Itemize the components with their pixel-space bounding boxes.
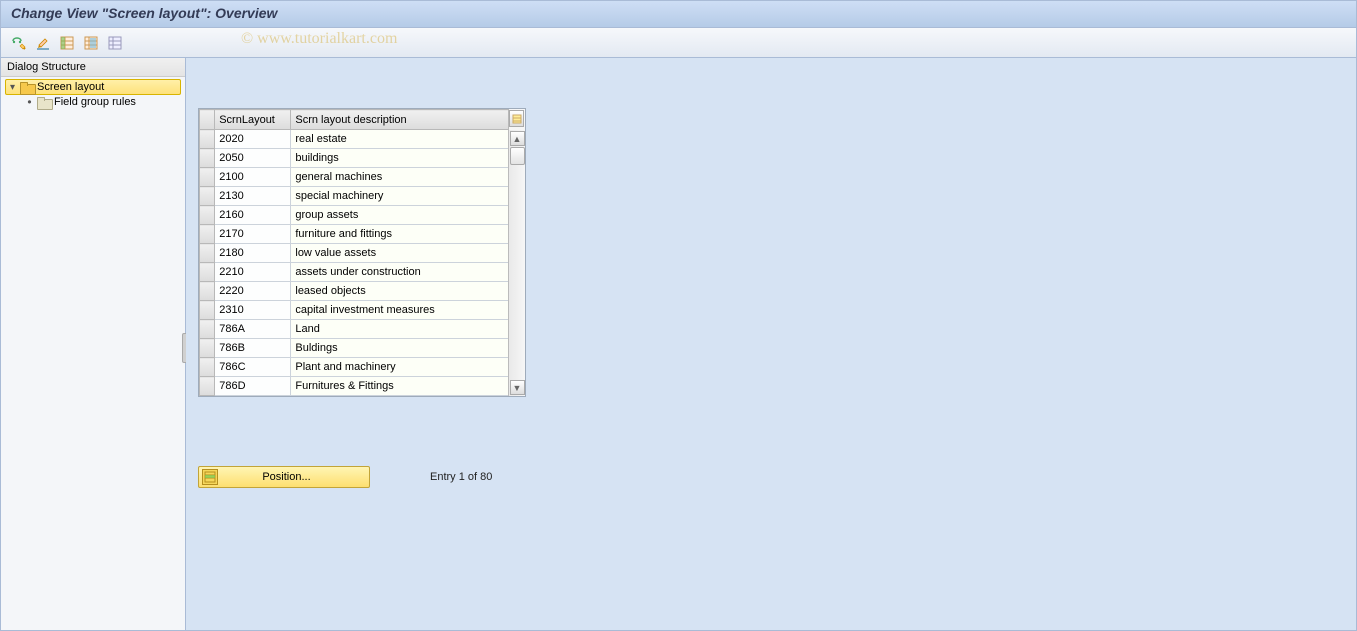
cell-scrnlayout[interactable]: 2050 (215, 149, 291, 168)
content-area: ScrnLayout Scrn layout description 2020r… (186, 58, 1356, 630)
row-selector[interactable] (200, 244, 215, 263)
tree-item-screen-layout[interactable]: ▾ Screen layout (5, 79, 181, 95)
row-selector[interactable] (200, 225, 215, 244)
cell-scrnlayout[interactable]: 2130 (215, 187, 291, 206)
cell-scrnlayout[interactable]: 2180 (215, 244, 291, 263)
table-row[interactable]: 2310capital investment measures (200, 301, 509, 320)
main-area: Dialog Structure ▾ Screen layout • Field… (0, 58, 1357, 631)
position-button-label: Position... (222, 471, 369, 483)
cell-scrnlayout[interactable]: 2100 (215, 168, 291, 187)
position-icon (202, 469, 218, 485)
table-row[interactable]: 2050buildings (200, 149, 509, 168)
row-selector-header[interactable] (200, 110, 215, 130)
row-selector[interactable] (200, 301, 215, 320)
position-button[interactable]: Position... (198, 466, 370, 488)
table-row[interactable]: 2210assets under construction (200, 263, 509, 282)
table-row[interactable]: 2100general machines (200, 168, 509, 187)
row-selector[interactable] (200, 320, 215, 339)
cell-description[interactable]: assets under construction (291, 263, 509, 282)
row-selector[interactable] (200, 206, 215, 225)
cell-description[interactable]: Plant and machinery (291, 358, 509, 377)
table-row[interactable]: 786ALand (200, 320, 509, 339)
row-selector[interactable] (200, 149, 215, 168)
table-row[interactable]: 786DFurnitures & Fittings (200, 377, 509, 396)
row-selector[interactable] (200, 187, 215, 206)
vertical-scrollbar[interactable]: ▲ ▼ (508, 130, 525, 396)
dialog-structure-panel: Dialog Structure ▾ Screen layout • Field… (1, 58, 186, 630)
row-selector[interactable] (200, 339, 215, 358)
deselect-all-icon[interactable] (105, 33, 125, 53)
scroll-down-icon[interactable]: ▼ (510, 380, 525, 395)
table-row[interactable]: 2130special machinery (200, 187, 509, 206)
row-selector[interactable] (200, 263, 215, 282)
position-area: Position... Entry 1 of 80 (198, 466, 1344, 488)
cell-scrnlayout[interactable]: 2210 (215, 263, 291, 282)
cell-description[interactable]: Land (291, 320, 509, 339)
cell-description[interactable]: furniture and fittings (291, 225, 509, 244)
cell-description[interactable]: buildings (291, 149, 509, 168)
sidebar-header: Dialog Structure (1, 58, 185, 77)
tree-item-label: Screen layout (37, 81, 104, 93)
cell-description[interactable]: real estate (291, 130, 509, 149)
table-row[interactable]: 2180low value assets (200, 244, 509, 263)
row-selector[interactable] (200, 168, 215, 187)
cell-description[interactable]: leased objects (291, 282, 509, 301)
tree-item-label: Field group rules (54, 96, 136, 108)
cell-description[interactable]: group assets (291, 206, 509, 225)
row-selector[interactable] (200, 282, 215, 301)
scroll-track[interactable] (510, 147, 525, 379)
cell-description[interactable]: Furnitures & Fittings (291, 377, 509, 396)
cell-scrnlayout[interactable]: 786D (215, 377, 291, 396)
select-all-icon[interactable] (57, 33, 77, 53)
cell-scrnlayout[interactable]: 786B (215, 339, 291, 358)
row-selector[interactable] (200, 377, 215, 396)
watermark-text: © www.tutorialkart.com (241, 30, 397, 48)
table-config-icon[interactable] (509, 110, 524, 127)
expander-icon[interactable]: ▾ (8, 82, 17, 93)
cell-description[interactable]: general machines (291, 168, 509, 187)
tree-item-field-group-rules[interactable]: • Field group rules (23, 95, 181, 109)
table-row[interactable]: 2020real estate (200, 130, 509, 149)
scroll-thumb[interactable] (510, 147, 525, 165)
cell-scrnlayout[interactable]: 2310 (215, 301, 291, 320)
bullet-icon: • (25, 98, 34, 107)
row-selector[interactable] (200, 130, 215, 149)
cell-description[interactable]: capital investment measures (291, 301, 509, 320)
cell-scrnlayout[interactable]: 786A (215, 320, 291, 339)
cell-description[interactable]: special machinery (291, 187, 509, 206)
table-row[interactable]: 2160group assets (200, 206, 509, 225)
display-change-icon[interactable] (9, 33, 29, 53)
folder-open-icon (20, 82, 34, 93)
dialog-structure-tree: ▾ Screen layout • Field group rules (1, 77, 185, 111)
cell-scrnlayout[interactable]: 2170 (215, 225, 291, 244)
cell-scrnlayout[interactable]: 786C (215, 358, 291, 377)
screen-layout-table-wrap: ScrnLayout Scrn layout description 2020r… (198, 108, 526, 397)
cell-scrnlayout[interactable]: 2020 (215, 130, 291, 149)
application-toolbar: © www.tutorialkart.com (0, 28, 1357, 58)
scroll-up-icon[interactable]: ▲ (510, 131, 525, 146)
folder-closed-icon (37, 97, 51, 108)
entry-count-label: Entry 1 of 80 (430, 471, 492, 483)
page-title: Change View "Screen layout": Overview (0, 0, 1357, 28)
table-row[interactable]: 2220leased objects (200, 282, 509, 301)
table-row[interactable]: 2170furniture and fittings (200, 225, 509, 244)
select-block-icon[interactable] (81, 33, 101, 53)
row-selector[interactable] (200, 358, 215, 377)
cell-description[interactable]: low value assets (291, 244, 509, 263)
col-scrnlayout[interactable]: ScrnLayout (215, 110, 291, 130)
col-description[interactable]: Scrn layout description (291, 110, 509, 130)
screen-layout-table: ScrnLayout Scrn layout description 2020r… (199, 109, 509, 396)
cell-scrnlayout[interactable]: 2220 (215, 282, 291, 301)
table-row[interactable]: 786BBuldings (200, 339, 509, 358)
cell-scrnlayout[interactable]: 2160 (215, 206, 291, 225)
change-icon[interactable] (33, 33, 53, 53)
cell-description[interactable]: Buldings (291, 339, 509, 358)
table-row[interactable]: 786CPlant and machinery (200, 358, 509, 377)
